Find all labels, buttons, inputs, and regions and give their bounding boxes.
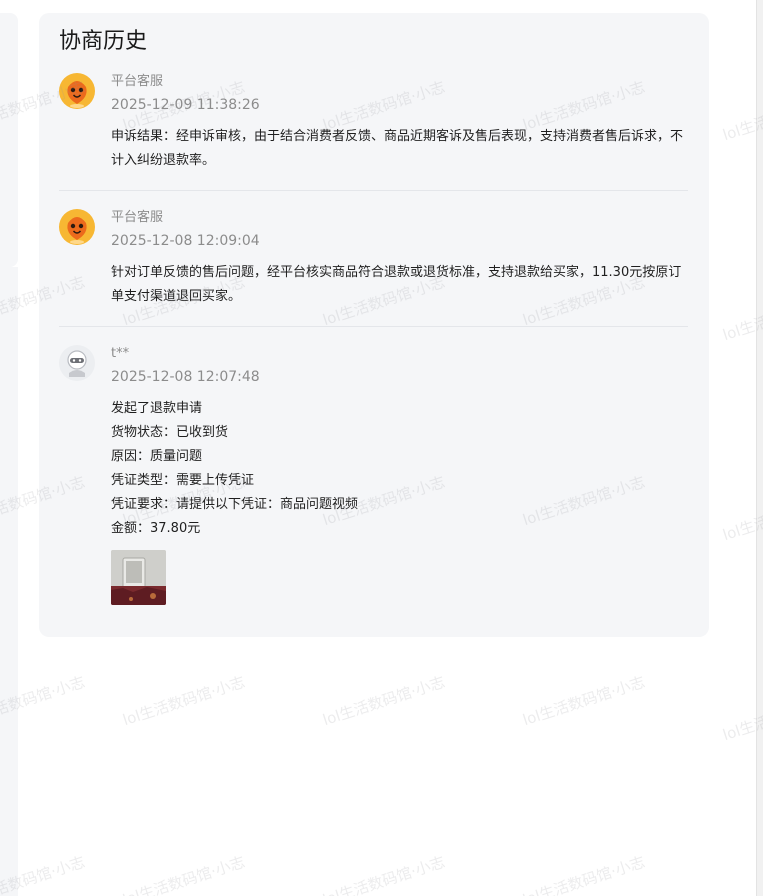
entry-author: 平台客服 (111, 210, 164, 225)
history-entry: 平台客服 2025-12-09 11:38:26 申诉结果：经申诉审核，由于结合… (59, 73, 688, 191)
watermark-text: lol生活数码馆·小志 (320, 672, 448, 730)
detail-line: 原因：质量问题 (111, 449, 203, 464)
orange-mascot-avatar-icon (59, 73, 95, 109)
entry-details: 发起了退款申请 货物状态：已收到货 原因：质量问题 凭证类型：需要上传凭证 凭证… (111, 397, 689, 541)
negotiation-history-card: 协商历史 平台客服 2025-12-09 11:38:26 申诉结果：经申诉审核… (39, 13, 709, 637)
history-entry: t** 2025-12-08 12:07:48 发起了退款申请 货物状态：已收到… (59, 345, 688, 615)
left-panel (0, 13, 18, 267)
card-title: 协商历史 (59, 29, 148, 54)
detail-line: 凭证要求：请提供以下凭证：商品问题视频 (111, 497, 359, 512)
entry-author: 平台客服 (111, 74, 164, 89)
entry-message: 申诉结果：经申诉审核，由于结合消费者反馈、商品近期客诉及售后表现，支持消费者售后… (111, 129, 684, 168)
entry-timestamp: 2025-12-08 12:09:04 (111, 233, 260, 249)
watermark-text: lol生活数码馆·小志 (520, 672, 648, 730)
left-panel-strip (0, 267, 18, 896)
watermark-text: lol生活数码馆·小志 (320, 852, 448, 896)
detail-line: 货物状态：已收到货 (111, 425, 229, 440)
page-scrollbar[interactable] (756, 0, 763, 896)
detail-line: 凭证类型：需要上传凭证 (111, 473, 255, 488)
watermark-text: lol生活数码馆·小志 (120, 852, 248, 896)
entry-divider (59, 190, 688, 191)
entry-author: t** (111, 346, 130, 361)
watermark-text: lol生活数码馆·小志 (120, 672, 248, 730)
orange-mascot-avatar-icon (59, 209, 95, 245)
watermark-text: lol生活数码馆·小志 (520, 852, 648, 896)
attachment-thumbnail[interactable] (111, 550, 166, 605)
detail-line: 发起了退款申请 (111, 401, 203, 416)
entry-message: 针对订单反馈的售后问题，经平台核实商品符合退款或退货标准，支持退款给买家，11.… (111, 265, 682, 304)
entry-timestamp: 2025-12-09 11:38:26 (111, 97, 260, 113)
entry-divider (59, 326, 688, 327)
entry-timestamp: 2025-12-08 12:07:48 (111, 369, 260, 385)
grey-default-avatar-icon (59, 345, 95, 381)
history-entry: 平台客服 2025-12-08 12:09:04 针对订单反馈的售后问题，经平台… (59, 209, 688, 327)
detail-line: 金额：37.80元 (111, 521, 201, 536)
